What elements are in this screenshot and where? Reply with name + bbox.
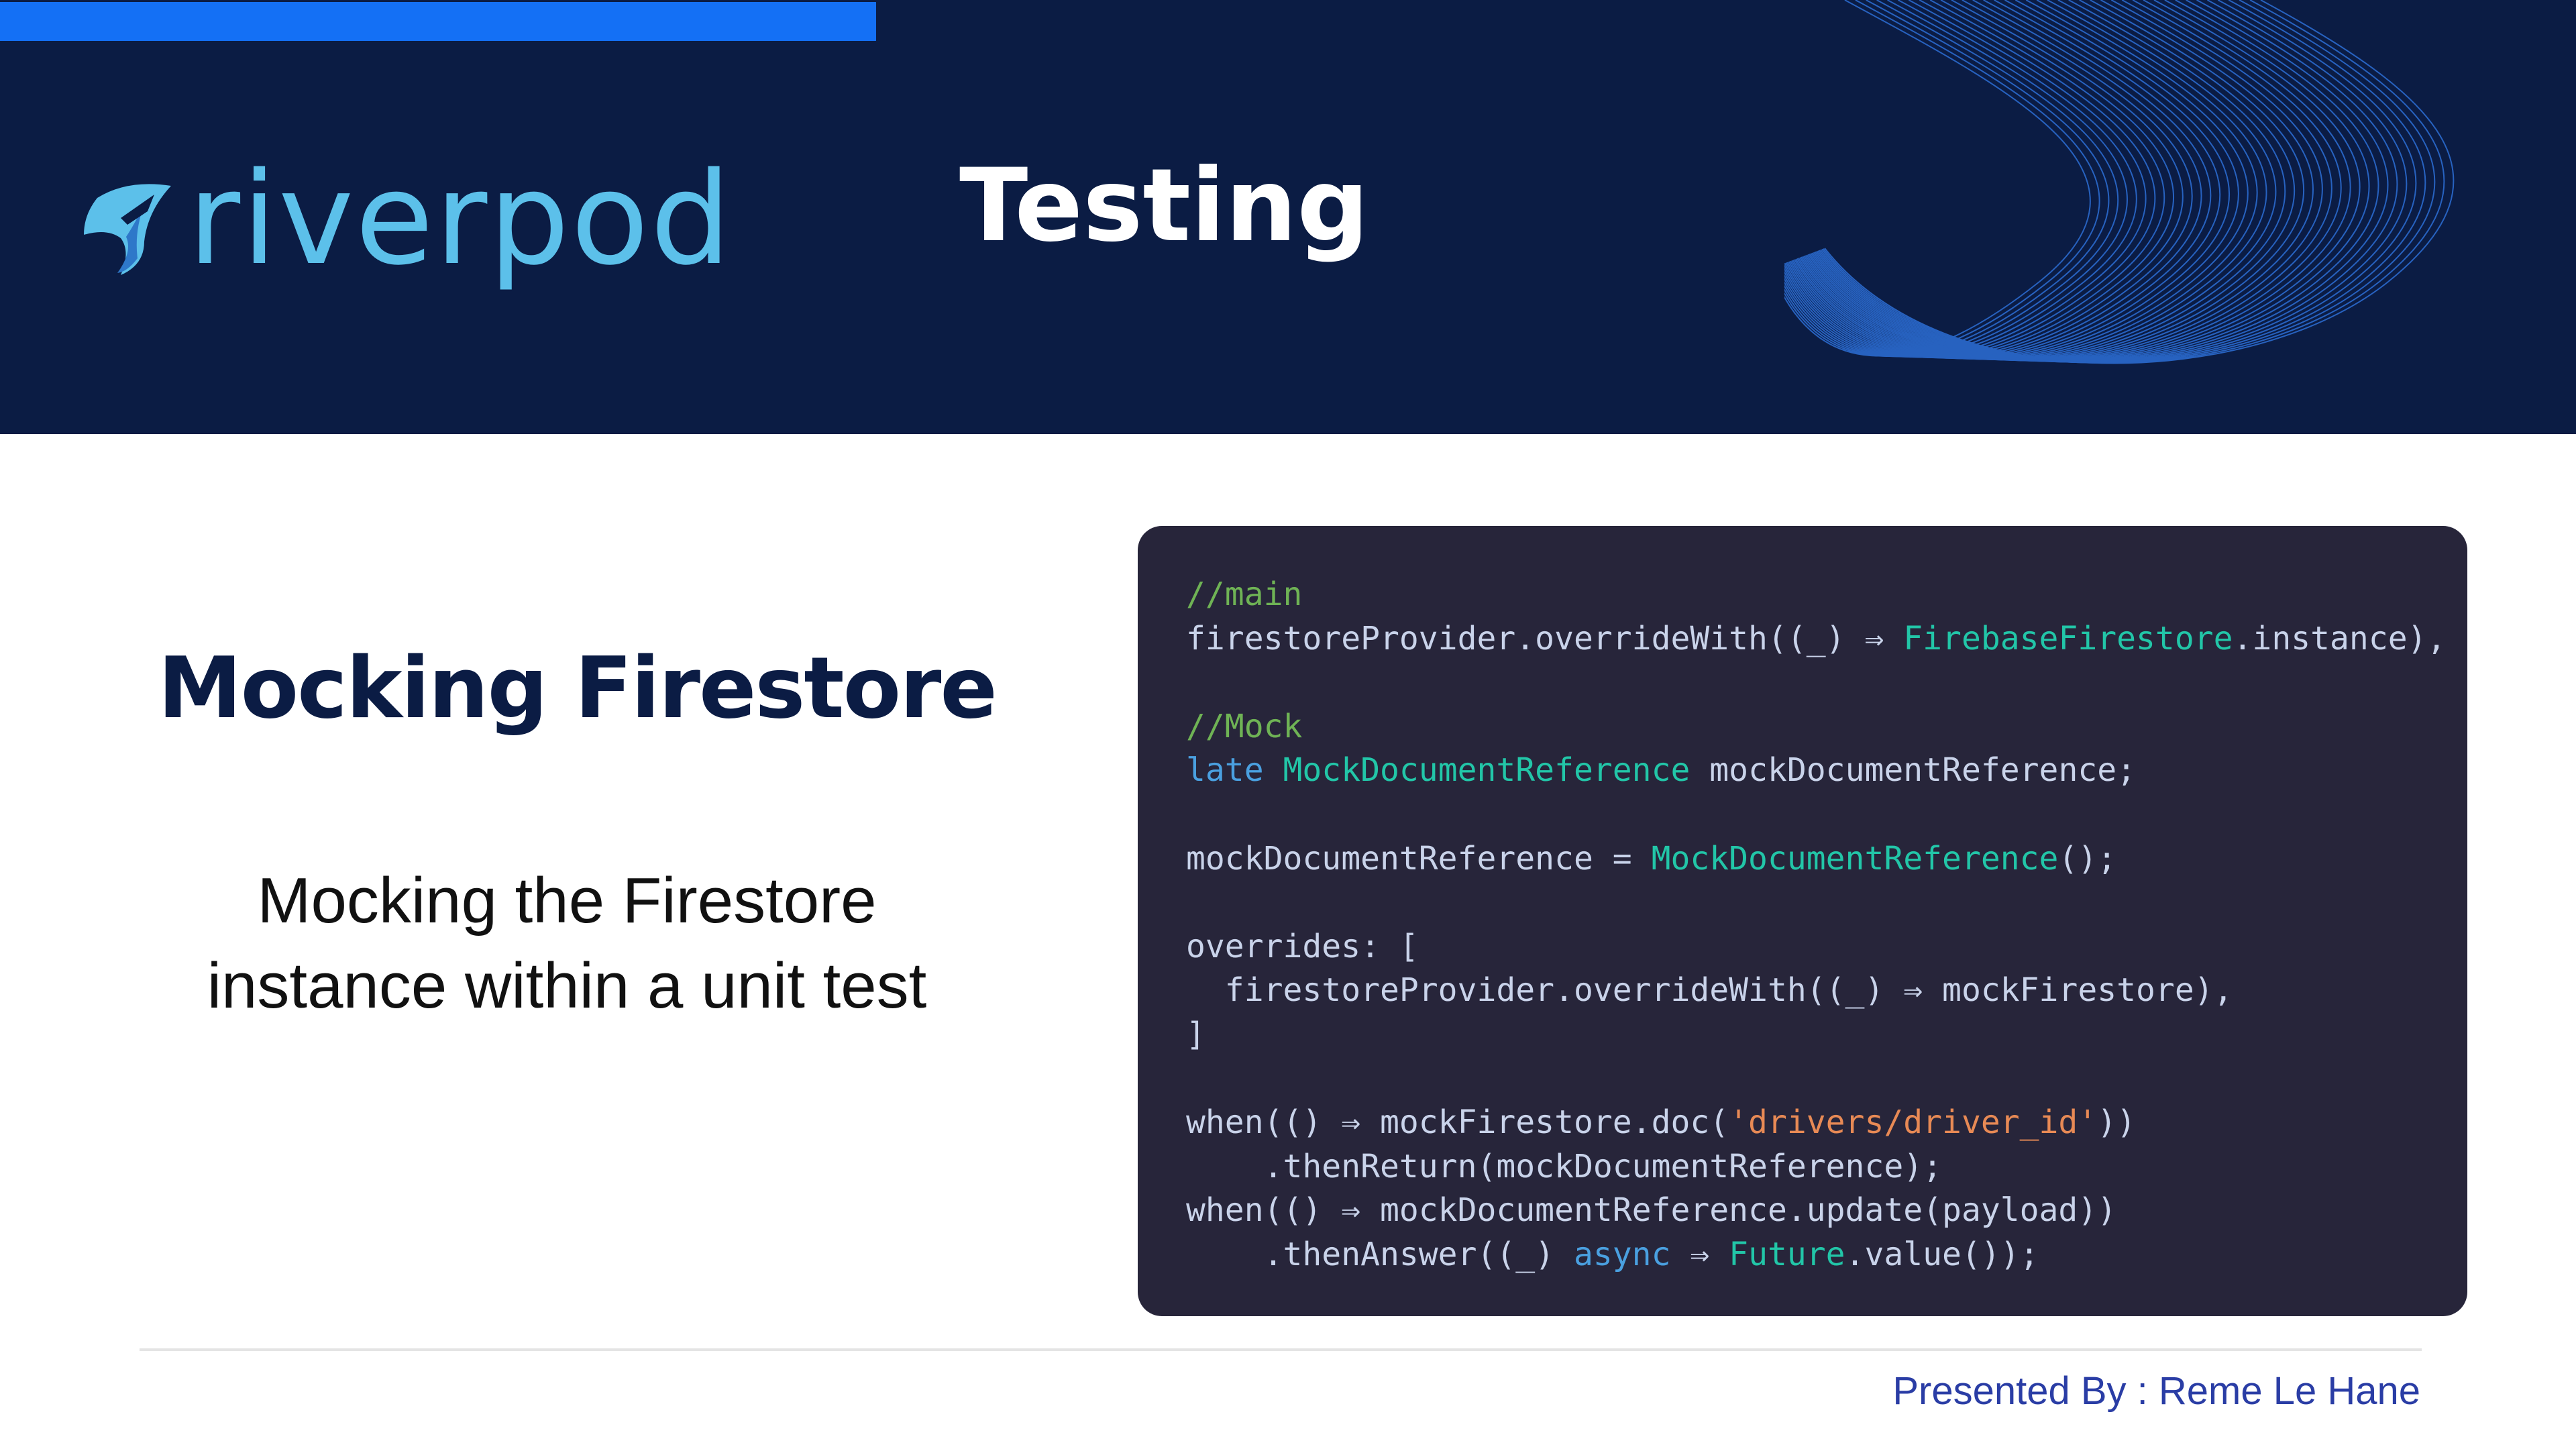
- code-token: ]: [1186, 1015, 1205, 1053]
- code-token: FirebaseFirestore: [1903, 619, 2233, 657]
- code-token: )): [2097, 1104, 2137, 1142]
- code-line: firestoreProvider.overrideWith((_) ⇒ Fir…: [1186, 617, 2467, 661]
- subtitle-line-2: instance within a unit test: [207, 949, 927, 1022]
- code-line: .thenReturn(mockDocumentReference);: [1186, 1145, 2467, 1189]
- wave-line: [1788, 0, 2212, 360]
- riverpod-logo: riverpod: [80, 156, 758, 283]
- code-line: mockDocumentReference = MockDocumentRefe…: [1186, 837, 2467, 881]
- code-token: //main: [1186, 576, 1303, 613]
- riverpod-logo-icon: [84, 184, 171, 275]
- code-line: //main: [1186, 573, 2467, 617]
- code-token: MockDocumentReference: [1283, 751, 1690, 790]
- code-block: //main firestoreProvider.overrideWith((_)…: [1186, 573, 2467, 1277]
- footer-divider: [140, 1348, 2422, 1351]
- wave-lines-decoration: [1784, 0, 2455, 364]
- code-token: .thenAnswer((_): [1186, 1235, 1574, 1273]
- code-token: async: [1573, 1235, 1671, 1273]
- code-token: 'drivers/driver_id': [1729, 1104, 2098, 1142]
- code-token: ⇒: [1670, 1235, 1729, 1273]
- code-token: .thenReturn(mockDocumentReference);: [1186, 1147, 1943, 1185]
- slide-subtitle: Mocking the Firestore instance within a …: [134, 859, 1000, 1028]
- code-token: mockDocumentReference =: [1186, 839, 1652, 877]
- code-token: MockDocumentReference: [1651, 839, 2059, 877]
- slide-header: riverpod Testing: [0, 0, 2576, 434]
- code-token: overrides: [: [1186, 927, 1419, 965]
- code-token: .value());: [1845, 1235, 2039, 1273]
- code-token: firestoreProvider.overrideWith((_) ⇒: [1186, 619, 1904, 657]
- accent-bar: [0, 2, 876, 41]
- subtitle-line-1: Mocking the Firestore: [257, 865, 877, 936]
- header-title: Testing: [959, 148, 1369, 264]
- code-token: Future: [1729, 1235, 1845, 1273]
- code-panel: //main firestoreProvider.overrideWith((_)…: [1138, 526, 2467, 1316]
- code-line: late MockDocumentReference mockDocumentR…: [1186, 749, 2467, 793]
- code-line: overrides: [: [1186, 925, 2467, 969]
- code-line: firestoreProvider.overrideWith((_) ⇒ moc…: [1186, 969, 2467, 1013]
- code-token: ();: [2058, 839, 2117, 877]
- logo-wordmark: riverpod: [188, 145, 733, 293]
- code-line: ]: [1186, 1013, 2467, 1057]
- code-token: firestoreProvider.overrideWith((_) ⇒ moc…: [1186, 971, 2233, 1010]
- code-line: when(() ⇒ mockFirestore.doc('drivers/dri…: [1186, 1101, 2467, 1145]
- code-line: //Mock: [1186, 705, 2467, 749]
- code-token: mockDocumentReference;: [1690, 751, 2137, 790]
- slide-title: Mocking Firestore: [158, 639, 998, 737]
- code-line: when(() ⇒ mockDocumentReference.update(p…: [1186, 1189, 2467, 1233]
- code-line: .thenAnswer((_) async ⇒ Future.value());: [1186, 1233, 2467, 1277]
- code-token: when(() ⇒ mockDocumentReference.update(p…: [1186, 1191, 2117, 1230]
- code-token: late: [1186, 751, 1264, 790]
- code-token: when(() ⇒ mockFirestore.doc(: [1186, 1104, 1729, 1142]
- presenter-credit: Presented By : Reme Le Hane: [1892, 1369, 2420, 1413]
- code-token: .instance),: [2233, 619, 2447, 657]
- code-token: //Mock: [1186, 707, 1303, 745]
